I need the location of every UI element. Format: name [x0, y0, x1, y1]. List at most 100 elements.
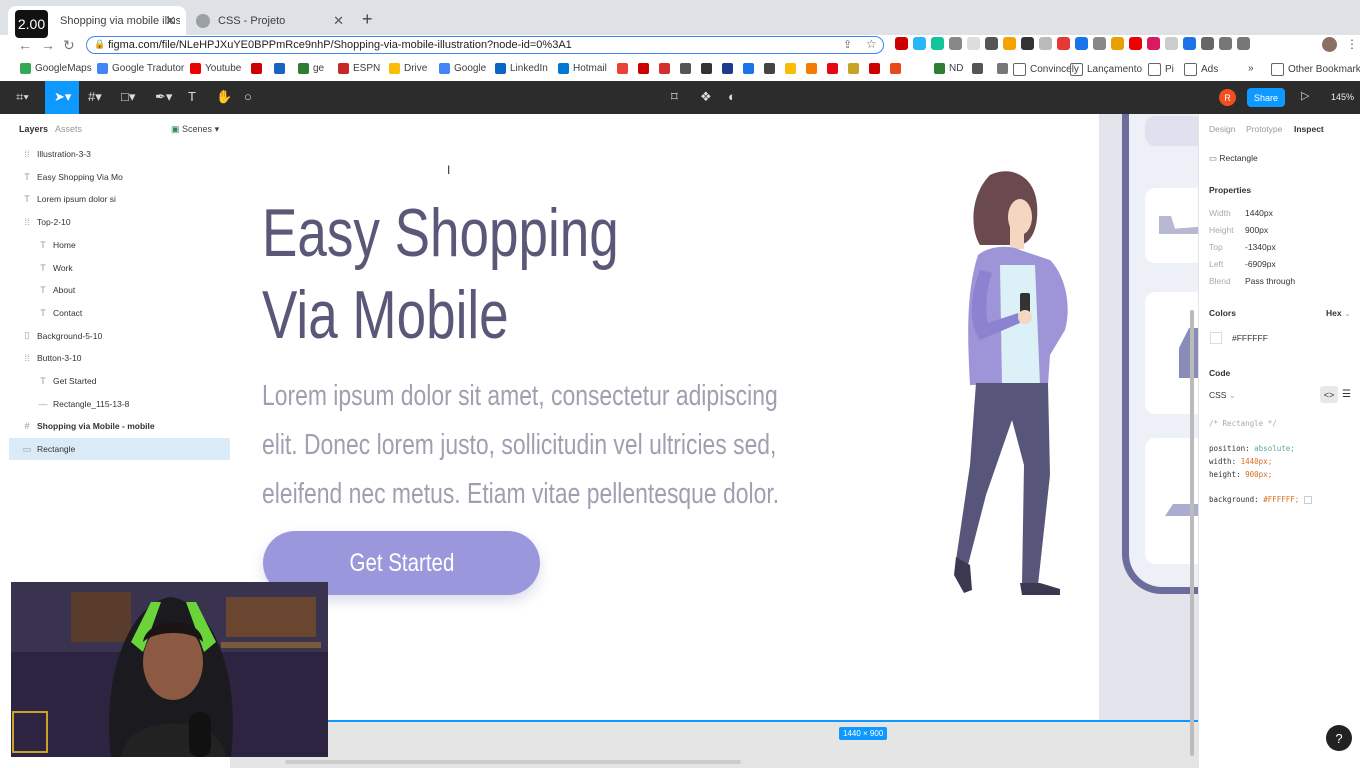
- property-value[interactable]: -6909px: [1245, 259, 1276, 269]
- bookmarks-overflow-icon[interactable]: »: [1248, 63, 1254, 74]
- extension-icon[interactable]: [1057, 37, 1070, 50]
- other-bookmarks[interactable]: Other Bookmarks: [1271, 63, 1360, 76]
- layer-row[interactable]: T Home: [9, 234, 230, 256]
- layer-row[interactable]: — Rectangle_115-13-8: [9, 393, 230, 415]
- code-language-dropdown[interactable]: CSS ⌄: [1209, 390, 1236, 401]
- layer-row[interactable]: ⁞⁞ Button-3-10: [9, 347, 230, 369]
- site-icon[interactable]: [848, 63, 859, 74]
- extension-icon[interactable]: [1165, 37, 1178, 50]
- layer-row[interactable]: # Shopping via Mobile - mobile: [9, 415, 230, 437]
- crop-icon[interactable]: ⌑: [671, 89, 678, 105]
- property-value[interactable]: 1440px: [1245, 208, 1273, 218]
- close-tab-icon[interactable]: ✕: [165, 13, 176, 29]
- sidebar-icon[interactable]: [1237, 37, 1250, 50]
- layer-row[interactable]: T Easy Shopping Via Mo: [9, 166, 230, 188]
- property-value[interactable]: Pass through: [1245, 276, 1295, 286]
- extension-icon[interactable]: [949, 37, 962, 50]
- extension-icon[interactable]: [1021, 37, 1034, 50]
- bookmark-bug[interactable]: [972, 63, 987, 74]
- layer-row[interactable]: ▭ Rectangle: [9, 438, 230, 461]
- contrast-icon[interactable]: ◐: [728, 89, 736, 104]
- frame-tool-icon[interactable]: #▾: [88, 89, 102, 105]
- property-value[interactable]: 900px: [1245, 225, 1268, 235]
- layer-row[interactable]: T Lorem ipsum dolor si: [9, 188, 230, 210]
- site-icon[interactable]: [764, 63, 775, 74]
- tab-layers[interactable]: Layers: [19, 124, 48, 134]
- site-icon[interactable]: [890, 63, 901, 74]
- new-tab-icon[interactable]: +: [362, 9, 373, 30]
- bookmark-espn[interactable]: ESPN: [338, 63, 380, 74]
- close-tab-icon[interactable]: ✕: [333, 13, 344, 29]
- extension-icon[interactable]: [931, 37, 944, 50]
- hand-tool-icon[interactable]: ✋: [216, 89, 232, 105]
- bookmark-google[interactable]: Google: [439, 63, 486, 74]
- tab-assets[interactable]: Assets: [55, 124, 82, 134]
- lock-icon[interactable]: 🔒: [94, 39, 105, 50]
- bookmark-blue[interactable]: [274, 63, 289, 74]
- zoom-level[interactable]: 145%: [1331, 92, 1354, 102]
- horizontal-scrollbar[interactable]: [285, 760, 741, 764]
- figma-menu-icon[interactable]: ⌗▾: [16, 89, 29, 105]
- extension-icon[interactable]: [1147, 37, 1160, 50]
- layer-row[interactable]: ▯ Background-5-10: [9, 325, 230, 347]
- bookmark-nd[interactable]: ND: [934, 63, 963, 74]
- extension-icon[interactable]: [1075, 37, 1088, 50]
- site-icon[interactable]: [743, 63, 754, 74]
- extension-icon[interactable]: [913, 37, 926, 50]
- text-tool-icon[interactable]: T: [188, 89, 196, 104]
- share-page-icon[interactable]: ⇪: [843, 38, 852, 51]
- profile-avatar[interactable]: [1322, 37, 1337, 52]
- puzzle-icon[interactable]: [1219, 37, 1232, 50]
- present-play-icon[interactable]: ▷: [1301, 89, 1309, 102]
- layer-row[interactable]: ⁞⁞ Illustration-3-3: [9, 143, 230, 165]
- extension-icon[interactable]: [1183, 37, 1196, 50]
- site-icon[interactable]: [680, 63, 691, 74]
- color-format-dropdown[interactable]: Hex ⌄: [1326, 308, 1351, 319]
- move-tool-button[interactable]: ➤▾: [45, 81, 79, 114]
- color-value[interactable]: #FFFFFF: [1232, 333, 1268, 343]
- bookmark-hotmail[interactable]: Hotmail: [558, 63, 607, 74]
- layer-row[interactable]: T Contact: [9, 302, 230, 324]
- extension-icon[interactable]: [985, 37, 998, 50]
- user-avatar[interactable]: R: [1219, 89, 1236, 106]
- code-view-icon[interactable]: <>: [1320, 386, 1338, 403]
- extension-icon[interactable]: [1129, 37, 1142, 50]
- bookmark-googlemaps[interactable]: GoogleMaps: [20, 63, 92, 74]
- extension-icon[interactable]: [1201, 37, 1214, 50]
- site-icon[interactable]: [659, 63, 670, 74]
- comment-tool-icon[interactable]: ○: [244, 89, 252, 104]
- menu-kebab-icon[interactable]: ⋮: [1346, 37, 1358, 51]
- layer-row[interactable]: ⁞⁞ Top-2-10: [9, 211, 230, 233]
- bookmark-folder-lancamento[interactable]: Lançamento: [1070, 63, 1142, 76]
- extension-icon[interactable]: [1111, 37, 1124, 50]
- bookmark-folder-pi[interactable]: Pi: [1148, 63, 1174, 76]
- site-icon[interactable]: [638, 63, 649, 74]
- color-swatch[interactable]: [1210, 332, 1222, 344]
- tab-inspect[interactable]: Inspect: [1294, 124, 1324, 134]
- reload-icon[interactable]: ↻: [63, 37, 75, 54]
- bookmark-drive[interactable]: Drive: [389, 63, 427, 74]
- layer-row[interactable]: T About: [9, 279, 230, 301]
- component-icon[interactable]: ❖: [700, 89, 712, 105]
- bookmark-ge[interactable]: ge: [298, 63, 324, 74]
- pen-tool-icon[interactable]: ✒▾: [155, 89, 172, 105]
- extension-icon[interactable]: [967, 37, 980, 50]
- extension-icon[interactable]: [1003, 37, 1016, 50]
- browser-tab-css[interactable]: CSS - Projeto ✕: [186, 6, 354, 35]
- site-icon[interactable]: [869, 63, 880, 74]
- bookmark-google-tradutor[interactable]: Google Tradutor: [97, 63, 184, 74]
- gmail-icon[interactable]: [617, 63, 628, 74]
- bookmark-linkedin[interactable]: LinkedIn: [495, 63, 548, 74]
- list-view-icon[interactable]: ☰: [1342, 389, 1351, 400]
- extension-icon[interactable]: [895, 37, 908, 50]
- bookmark-youtube[interactable]: Youtube: [190, 63, 241, 74]
- tab-prototype[interactable]: Prototype: [1246, 124, 1282, 134]
- extension-icon[interactable]: [1093, 37, 1106, 50]
- layer-row[interactable]: T Work: [9, 257, 230, 279]
- shape-tool-icon[interactable]: □▾: [121, 89, 135, 105]
- site-icon[interactable]: [806, 63, 817, 74]
- scenes-dropdown[interactable]: ▣ Scenes ▾: [171, 124, 219, 135]
- layer-row[interactable]: T Get Started: [9, 370, 230, 392]
- back-icon[interactable]: ←: [18, 37, 32, 53]
- site-icon[interactable]: [701, 63, 712, 74]
